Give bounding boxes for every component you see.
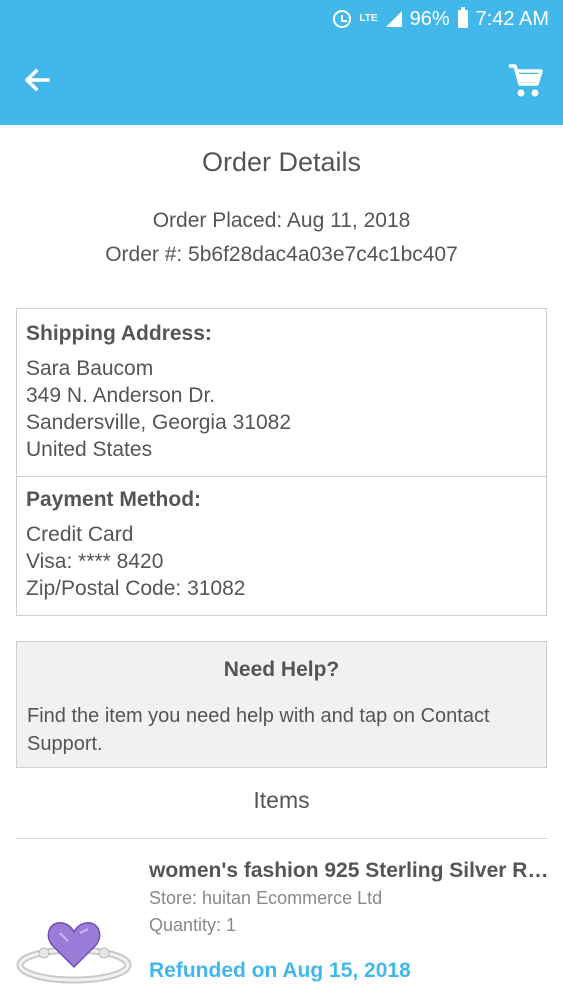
item-quantity: Quantity: 1: [149, 915, 237, 935]
battery-percent: 96%: [409, 7, 450, 30]
need-help-card: Need Help? Find the item you need help w…: [16, 641, 547, 768]
payment-method-title: Payment Method:: [26, 488, 202, 511]
battery-icon: [457, 7, 468, 28]
shopping-cart-icon: [509, 64, 543, 97]
need-help-text: Find the item you need help with and tap…: [27, 705, 490, 755]
item-title[interactable]: women's fashion 925 Sterling Silver Ring: [149, 859, 549, 883]
order-number: Order #: 5b6f28dac4a03e7c4c1bc407: [105, 243, 458, 266]
payment-card: Visa: **** 8420: [26, 550, 164, 573]
purple-heart-ring-image: [14, 883, 134, 993]
order-item[interactable]: women's fashion 925 Sterling Silver Ring…: [0, 839, 563, 1000]
back-button[interactable]: [18, 60, 58, 100]
payment-zip: Zip/Postal Code: 31082: [26, 577, 246, 600]
shipping-name: Sara Baucom: [26, 357, 154, 380]
alarm-icon: [333, 10, 352, 28]
status-bar: LTE 96% 7:42 AM: [0, 0, 563, 38]
order-placed-date: Order Placed: Aug 11, 2018: [152, 209, 411, 232]
shipping-address-section: Shipping Address: Sara Baucom 349 N. And…: [26, 319, 537, 463]
shipping-country: United States: [26, 438, 153, 461]
cart-button[interactable]: [505, 60, 545, 100]
page-title: Order Details: [201, 147, 362, 177]
shipping-city: Sandersville, Georgia 31082: [26, 411, 292, 434]
item-refund-status: Refunded on Aug 15, 2018: [149, 959, 411, 982]
payment-type: Credit Card: [26, 523, 134, 546]
items-heading: Items: [253, 787, 310, 813]
payment-method-section: Payment Method: Credit Card Visa: **** 8…: [26, 485, 537, 602]
app-bar: [0, 38, 563, 125]
need-help-title: Need Help?: [223, 658, 340, 681]
shipping-address-title: Shipping Address:: [26, 322, 212, 345]
item-store: Store: huitan Ecommerce Ltd: [149, 888, 383, 908]
signal-icon: [385, 11, 402, 27]
divider: [17, 476, 546, 477]
order-info-card: Shipping Address: Sara Baucom 349 N. And…: [16, 308, 547, 616]
network-type: LTE: [359, 13, 378, 24]
shipping-street: 349 N. Anderson Dr.: [26, 384, 216, 407]
clock: 7:42 AM: [475, 7, 549, 30]
arrow-left-icon: [24, 68, 50, 92]
